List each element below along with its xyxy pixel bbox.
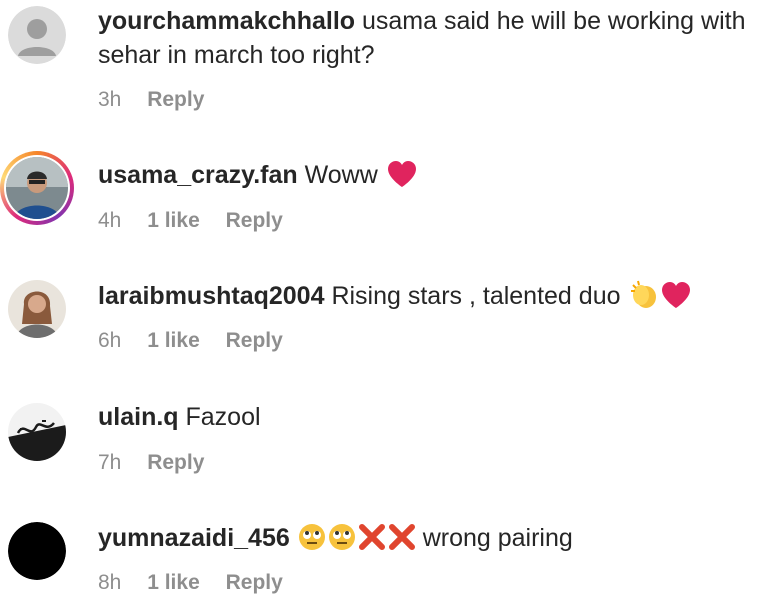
- reply-button[interactable]: Reply: [226, 571, 283, 594]
- comment-time: 6h: [98, 329, 122, 352]
- comment-time: 4h: [98, 209, 122, 232]
- red-heart-icon: [661, 281, 691, 318]
- like-count[interactable]: 1 like: [147, 571, 200, 594]
- black-avatar[interactable]: [8, 522, 66, 580]
- comment-time: 3h: [98, 88, 122, 111]
- comment-text: Fazool: [178, 403, 261, 431]
- clapping-hands-icon: [629, 279, 659, 318]
- calligraphy-photo-avatar[interactable]: [8, 403, 66, 461]
- comment-text: wrong pairing: [415, 524, 573, 552]
- reply-button[interactable]: Reply: [226, 209, 283, 232]
- reply-button[interactable]: Reply: [147, 88, 204, 111]
- cross-mark-icon: [388, 523, 416, 560]
- like-count[interactable]: 1 like: [147, 209, 200, 232]
- profile-photo-avatar[interactable]: [8, 280, 66, 338]
- reply-button[interactable]: Reply: [147, 451, 204, 474]
- default-avatar-icon[interactable]: [8, 6, 66, 64]
- eye-roll-face-icon: [298, 523, 326, 560]
- comment-username[interactable]: usama_crazy.fan: [98, 161, 298, 189]
- comment-time: 8h: [98, 571, 122, 594]
- comment-username[interactable]: yourchammakchhallo: [98, 7, 355, 35]
- comment-username[interactable]: yumnazaidi_456: [98, 524, 290, 552]
- eye-roll-face-icon: [328, 523, 356, 560]
- profile-photo-avatar: [6, 157, 68, 219]
- reply-button[interactable]: Reply: [226, 329, 283, 352]
- avatar-story-ring[interactable]: [0, 151, 74, 225]
- comment-time: 7h: [98, 451, 122, 474]
- comment-username[interactable]: laraibmushtaq2004: [98, 282, 325, 310]
- red-heart-icon: [387, 160, 417, 197]
- comment-username[interactable]: ulain.q: [98, 403, 179, 431]
- like-count[interactable]: 1 like: [147, 329, 200, 352]
- comment-text: Rising stars , talented duo: [324, 282, 628, 310]
- cross-mark-icon: [358, 523, 386, 560]
- comment-text: Woww: [297, 161, 385, 189]
